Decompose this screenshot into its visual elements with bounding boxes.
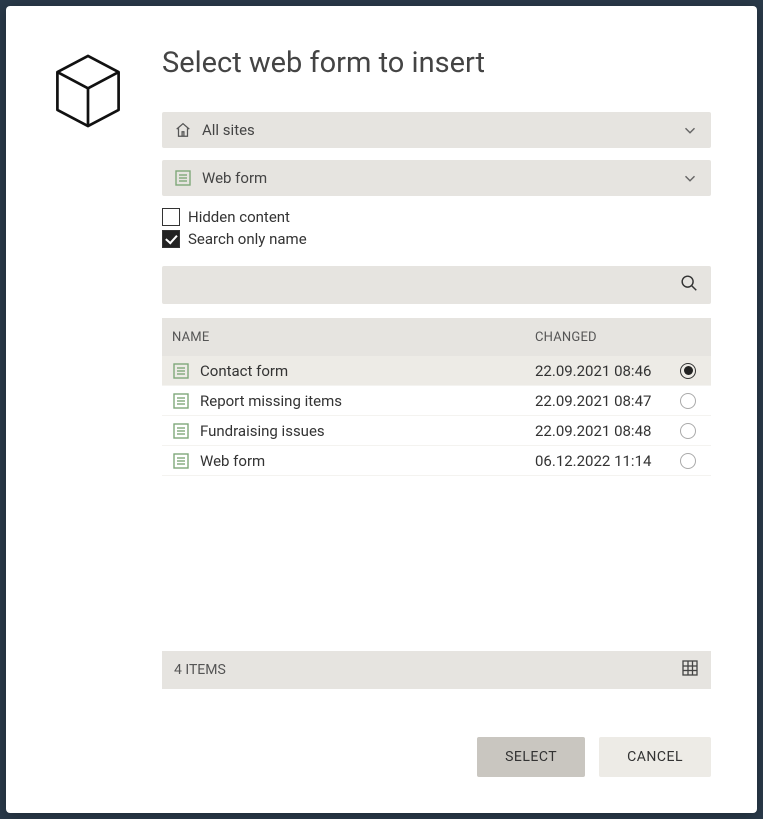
cancel-button[interactable]: CANCEL bbox=[599, 737, 711, 777]
form-icon bbox=[172, 422, 190, 440]
dialog-title: Select web form to insert bbox=[162, 46, 711, 80]
row-name: Web form bbox=[200, 452, 535, 470]
search-bar bbox=[162, 266, 711, 304]
site-dropdown-label: All sites bbox=[202, 121, 681, 139]
hidden-content-label: Hidden content bbox=[188, 208, 290, 226]
type-dropdown[interactable]: Web form bbox=[162, 160, 711, 196]
row-radio[interactable] bbox=[675, 453, 701, 469]
form-icon bbox=[172, 362, 190, 380]
column-header-changed[interactable]: CHANGED bbox=[535, 330, 675, 345]
search-icon[interactable] bbox=[679, 273, 699, 297]
search-input[interactable] bbox=[174, 277, 679, 294]
form-icon bbox=[174, 169, 192, 187]
form-icon bbox=[172, 392, 190, 410]
table-row[interactable]: Contact form22.09.2021 08:46 bbox=[162, 356, 711, 386]
search-only-name-checkbox[interactable]: Search only name bbox=[162, 230, 711, 248]
content-column: Select web form to insert All sites bbox=[162, 46, 711, 777]
site-dropdown[interactable]: All sites bbox=[162, 112, 711, 148]
search-only-name-label: Search only name bbox=[188, 230, 307, 248]
row-radio[interactable] bbox=[675, 423, 701, 439]
row-name: Contact form bbox=[200, 362, 535, 380]
cube-icon bbox=[52, 52, 162, 134]
row-changed: 22.09.2021 08:48 bbox=[535, 422, 675, 440]
form-icon bbox=[172, 452, 190, 470]
grid-view-icon[interactable] bbox=[681, 659, 699, 681]
row-changed: 22.09.2021 08:47 bbox=[535, 392, 675, 410]
table-row[interactable]: Fundraising issues22.09.2021 08:48 bbox=[162, 416, 711, 446]
item-count: 4 ITEMS bbox=[174, 662, 226, 678]
status-bar: 4 ITEMS bbox=[162, 651, 711, 689]
table-body: Contact form22.09.2021 08:46Report missi… bbox=[162, 356, 711, 641]
row-changed: 22.09.2021 08:46 bbox=[535, 362, 675, 380]
button-row: SELECT CANCEL bbox=[162, 737, 711, 777]
icon-column bbox=[52, 46, 162, 777]
hidden-content-checkbox[interactable]: Hidden content bbox=[162, 208, 711, 226]
row-radio[interactable] bbox=[675, 393, 701, 409]
home-icon bbox=[174, 121, 192, 139]
select-button[interactable]: SELECT bbox=[477, 737, 585, 777]
row-changed: 06.12.2022 11:14 bbox=[535, 452, 675, 470]
chevron-down-icon bbox=[681, 121, 699, 139]
checkbox-icon bbox=[162, 230, 180, 248]
checkbox-icon bbox=[162, 208, 180, 226]
column-header-name[interactable]: NAME bbox=[172, 330, 535, 345]
table-row[interactable]: Web form06.12.2022 11:14 bbox=[162, 446, 711, 476]
dialog: Select web form to insert All sites bbox=[6, 6, 757, 813]
chevron-down-icon bbox=[681, 169, 699, 187]
table-header: NAME CHANGED bbox=[162, 318, 711, 356]
table-row[interactable]: Report missing items22.09.2021 08:47 bbox=[162, 386, 711, 416]
type-dropdown-label: Web form bbox=[202, 169, 681, 187]
row-name: Report missing items bbox=[200, 392, 535, 410]
row-radio[interactable] bbox=[675, 363, 701, 379]
row-name: Fundraising issues bbox=[200, 422, 535, 440]
